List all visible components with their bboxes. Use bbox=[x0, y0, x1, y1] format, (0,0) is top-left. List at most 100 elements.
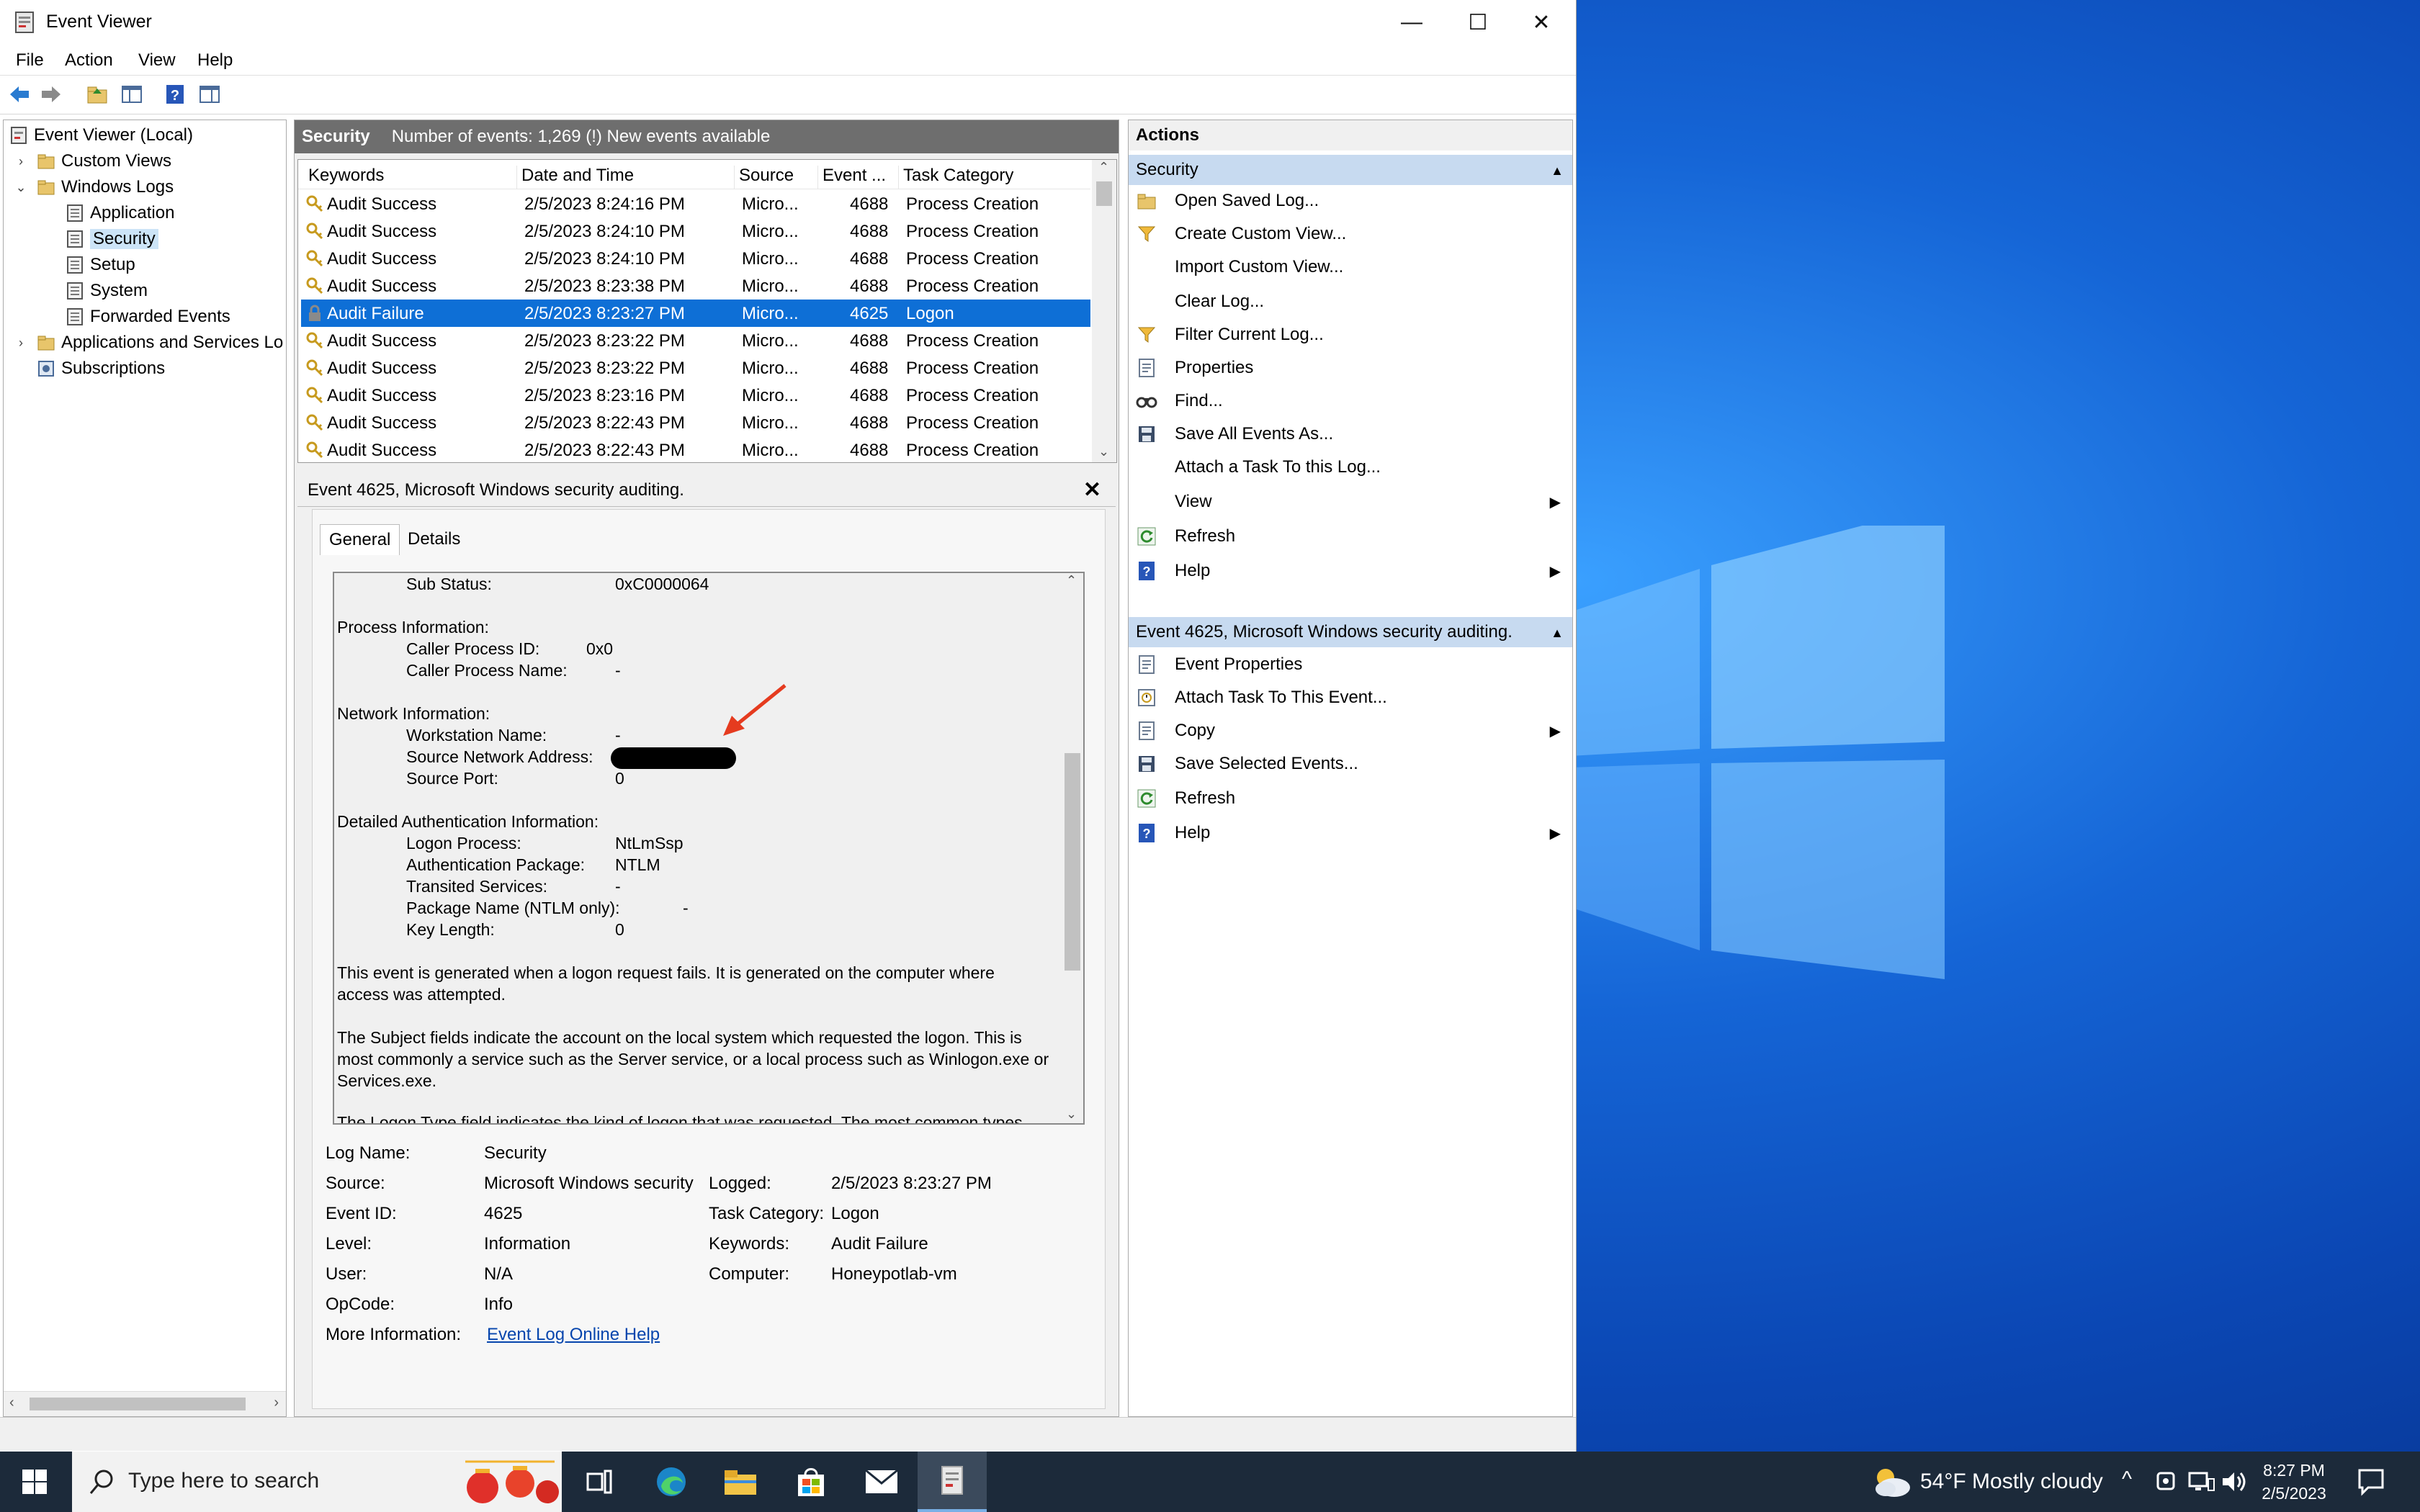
title-bar[interactable]: Event Viewer — ☐ ✕ bbox=[0, 0, 1576, 45]
table-row[interactable]: Audit Success 2/5/2023 8:24:16 PM Micro...… bbox=[301, 190, 1090, 217]
scroll-up-icon[interactable]: ⌃ bbox=[1098, 160, 1109, 175]
action-save-all-events-as[interactable]: Save All Events As... bbox=[1136, 418, 1565, 450]
action-import-custom-view[interactable]: Import Custom View... bbox=[1136, 251, 1565, 283]
scroll-left-icon[interactable]: ‹ bbox=[9, 1395, 14, 1411]
chevron-down-icon[interactable]: ⌄ bbox=[14, 180, 28, 195]
event-viewer-taskbar-icon[interactable] bbox=[918, 1452, 987, 1512]
scrollbar-thumb[interactable] bbox=[1096, 181, 1112, 206]
tree-item-setup[interactable]: Setup bbox=[66, 253, 135, 277]
network-icon[interactable] bbox=[2187, 1469, 2215, 1495]
tab-details[interactable]: Details bbox=[399, 524, 469, 554]
action-open-saved-log[interactable]: Open Saved Log... bbox=[1136, 185, 1565, 217]
scroll-right-icon[interactable]: › bbox=[274, 1395, 279, 1411]
notifications-icon[interactable] bbox=[2357, 1467, 2385, 1496]
event-list-scrollbar[interactable]: ⌃ ⌄ bbox=[1092, 160, 1116, 462]
action-view[interactable]: View ▶ bbox=[1136, 486, 1565, 518]
scroll-down-icon[interactable]: ⌄ bbox=[1098, 444, 1109, 459]
meta-event-id: 4625 bbox=[484, 1204, 523, 1223]
tree-item-applications-and-services[interactable]: › Applications and Services Lo bbox=[14, 330, 283, 355]
table-row[interactable]: Audit Success 2/5/2023 8:22:43 PM Micro...… bbox=[301, 436, 1090, 462]
tab-general[interactable]: General bbox=[320, 524, 400, 555]
up-folder-icon[interactable] bbox=[85, 82, 109, 107]
menu-action[interactable]: Action bbox=[65, 50, 113, 71]
close-detail-icon[interactable]: ✕ bbox=[1083, 477, 1101, 503]
weather-widget[interactable]: 54°F Mostly cloudy bbox=[1870, 1464, 2103, 1499]
close-button[interactable]: ✕ bbox=[1507, 0, 1576, 45]
tree-item-windows-logs[interactable]: ⌄ Windows Logs bbox=[14, 175, 174, 199]
event-log-online-help-link[interactable]: Event Log Online Help bbox=[487, 1325, 660, 1345]
tree-item-root[interactable]: Event Viewer (Local) bbox=[9, 123, 193, 148]
table-row[interactable]: Audit Success 2/5/2023 8:23:22 PM Micro...… bbox=[301, 354, 1090, 382]
menu-help[interactable]: Help bbox=[197, 50, 233, 71]
column-keywords[interactable]: Keywords bbox=[308, 166, 517, 189]
taskbar-search-box[interactable]: Type here to search bbox=[72, 1452, 562, 1512]
action-properties[interactable]: Properties bbox=[1136, 352, 1565, 384]
tree-horizontal-scrollbar[interactable]: ‹ › bbox=[4, 1391, 286, 1416]
menu-file[interactable]: File bbox=[16, 50, 44, 71]
action-clear-log[interactable]: Clear Log... bbox=[1136, 286, 1565, 318]
column-date-time[interactable]: Date and Time bbox=[521, 166, 735, 189]
tree-item-security[interactable]: Security bbox=[66, 227, 158, 251]
system-clock[interactable]: 8:27 PM 2/5/2023 bbox=[2247, 1459, 2341, 1505]
help-icon[interactable]: ? bbox=[163, 82, 187, 107]
column-task-category[interactable]: Task Category bbox=[903, 166, 1090, 189]
tree-item-forwarded-events[interactable]: Forwarded Events bbox=[66, 305, 230, 329]
back-arrow-icon[interactable] bbox=[7, 82, 32, 107]
menu-view[interactable]: View bbox=[138, 50, 176, 71]
chevron-right-icon[interactable]: › bbox=[14, 336, 28, 351]
task-view-icon[interactable] bbox=[565, 1452, 634, 1512]
table-row[interactable]: Audit Success 2/5/2023 8:23:22 PM Micro...… bbox=[301, 327, 1090, 354]
column-event-id[interactable]: Event ... bbox=[823, 166, 899, 189]
event-detail-title: Event 4625, Microsoft Windows security a… bbox=[308, 480, 684, 500]
collapse-icon[interactable]: ▲ bbox=[1551, 163, 1564, 179]
file-explorer-icon[interactable] bbox=[706, 1452, 775, 1512]
chevron-up-icon[interactable]: ^ bbox=[2122, 1467, 2132, 1492]
actions-section-security[interactable]: Security ▲ bbox=[1129, 155, 1572, 185]
action-help[interactable]: ? Help ▶ bbox=[1136, 555, 1565, 587]
show-hide-console-tree-icon[interactable] bbox=[120, 82, 144, 107]
action-copy[interactable]: Copy ▶ bbox=[1136, 715, 1565, 747]
forward-arrow-icon[interactable] bbox=[39, 82, 63, 107]
tree-item-subscriptions[interactable]: Subscriptions bbox=[37, 356, 165, 381]
action-create-custom-view[interactable]: Create Custom View... bbox=[1136, 218, 1565, 250]
scroll-up-icon[interactable]: ⌃ bbox=[1066, 573, 1077, 588]
scroll-down-icon[interactable]: ⌄ bbox=[1066, 1107, 1077, 1122]
action-find[interactable]: Find... bbox=[1136, 385, 1565, 417]
action-refresh[interactable]: Refresh bbox=[1136, 783, 1565, 814]
minimize-button[interactable]: — bbox=[1377, 0, 1446, 45]
action-help[interactable]: ? Help ▶ bbox=[1136, 817, 1565, 849]
table-row[interactable]: Audit Success 2/5/2023 8:22:43 PM Micro...… bbox=[301, 409, 1090, 436]
action-refresh[interactable]: Refresh bbox=[1136, 521, 1565, 552]
start-button[interactable] bbox=[0, 1452, 69, 1512]
tree-item-custom-views[interactable]: › Custom Views bbox=[14, 149, 171, 174]
action-event-properties[interactable]: Event Properties bbox=[1136, 649, 1565, 680]
event-description[interactable]: Sub Status: 0xC0000064 Process Informati… bbox=[333, 572, 1085, 1125]
mail-icon[interactable] bbox=[847, 1452, 916, 1512]
maximize-button[interactable]: ☐ bbox=[1443, 0, 1512, 45]
scrollbar-thumb[interactable] bbox=[30, 1398, 246, 1410]
show-hide-action-pane-icon[interactable] bbox=[197, 82, 222, 107]
microsoft-store-icon[interactable] bbox=[776, 1452, 846, 1512]
chevron-right-icon[interactable]: › bbox=[14, 154, 28, 169]
description-scrollbar[interactable]: ⌃ ⌄ bbox=[1060, 573, 1083, 1123]
column-source[interactable]: Source bbox=[739, 166, 818, 189]
table-row-selected[interactable]: Audit Failure 2/5/2023 8:23:27 PM Micro...… bbox=[301, 300, 1090, 327]
collapse-icon[interactable]: ▲ bbox=[1551, 626, 1564, 641]
action-save-selected-events[interactable]: Save Selected Events... bbox=[1136, 748, 1565, 780]
action-filter-current-log[interactable]: Filter Current Log... bbox=[1136, 319, 1565, 351]
actions-section-event[interactable]: Event 4625, Microsoft Windows security a… bbox=[1129, 617, 1572, 647]
table-row[interactable]: Audit Success 2/5/2023 8:24:10 PM Micro...… bbox=[301, 217, 1090, 245]
table-row[interactable]: Audit Success 2/5/2023 8:23:16 PM Micro...… bbox=[301, 382, 1090, 409]
action-attach-task-to-event[interactable]: Attach Task To This Event... bbox=[1136, 682, 1565, 714]
tree-item-application[interactable]: Application bbox=[66, 201, 174, 225]
table-row[interactable]: Audit Success 2/5/2023 8:23:38 PM Micro...… bbox=[301, 272, 1090, 300]
scrollbar-thumb[interactable] bbox=[1065, 753, 1080, 971]
onedrive-meet-icon[interactable] bbox=[2154, 1469, 2178, 1495]
volume-icon[interactable] bbox=[2220, 1469, 2249, 1495]
action-attach-task-to-log[interactable]: Attach a Task To this Log... bbox=[1136, 451, 1565, 483]
edge-browser-icon[interactable] bbox=[637, 1452, 706, 1512]
refresh-icon bbox=[1136, 788, 1157, 809]
tree-item-system[interactable]: System bbox=[66, 279, 148, 303]
meta-label: Level: bbox=[326, 1234, 372, 1254]
table-row[interactable]: Audit Success 2/5/2023 8:24:10 PM Micro...… bbox=[301, 245, 1090, 272]
